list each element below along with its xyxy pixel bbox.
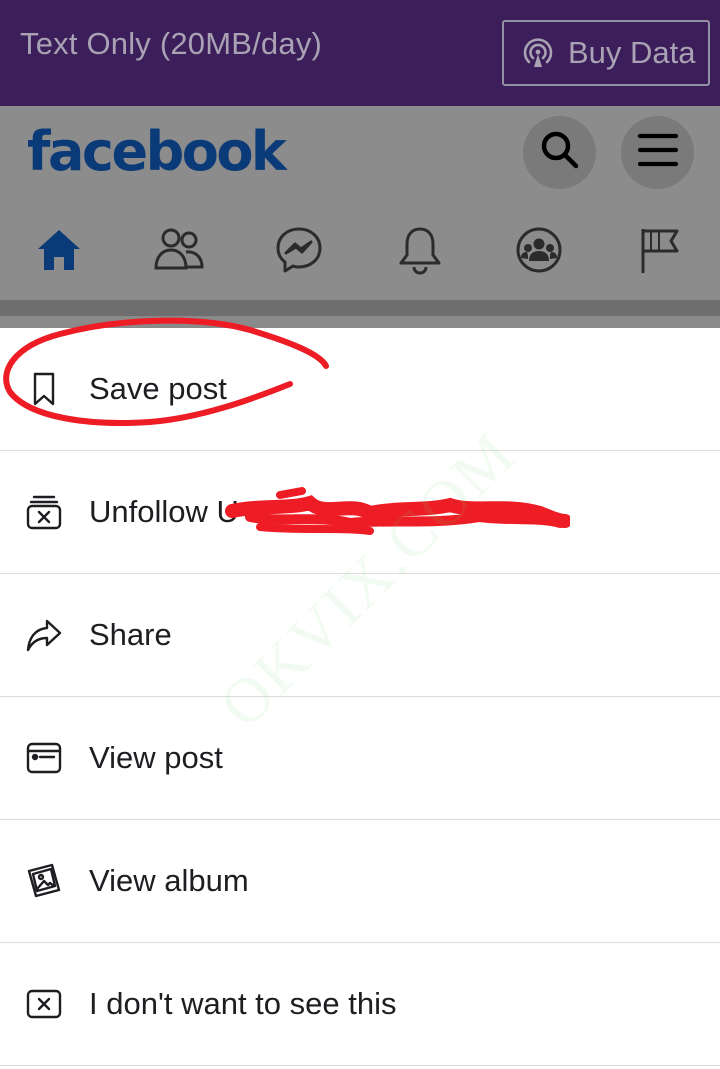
post-options-sheet: Save post Unfollow U Share View post Vie…	[0, 328, 720, 1069]
home-icon	[35, 226, 83, 279]
bell-icon	[397, 225, 443, 280]
save-post-item[interactable]: Save post	[0, 328, 720, 451]
hide-post-item[interactable]: I don't want to see this	[0, 943, 720, 1066]
view-post-label: View post	[89, 740, 223, 775]
nav-friends[interactable]	[139, 212, 219, 292]
nav-groups[interactable]	[499, 212, 579, 292]
facebook-header: facebook	[0, 106, 720, 328]
data-banner: Text Only (20MB/day) Buy Data	[0, 0, 720, 106]
view-album-label: View album	[89, 863, 249, 898]
view-post-item[interactable]: View post	[0, 697, 720, 820]
save-post-label: Save post	[89, 371, 227, 406]
friends-icon	[153, 226, 205, 279]
groups-icon	[514, 225, 564, 280]
signal-icon	[518, 33, 558, 73]
unfollow-label: Unfollow U	[89, 494, 239, 529]
album-icon	[24, 861, 64, 901]
share-item[interactable]: Share	[0, 574, 720, 697]
search-icon	[538, 128, 582, 177]
view-post-icon	[24, 738, 64, 778]
share-icon	[24, 615, 64, 655]
unfollow-icon	[24, 492, 64, 532]
view-album-item[interactable]: View album	[0, 820, 720, 943]
data-plan-text: Text Only (20MB/day)	[20, 26, 323, 61]
nav-pages[interactable]	[620, 212, 700, 292]
nav-home[interactable]	[19, 212, 99, 292]
buy-data-button[interactable]: Buy Data	[502, 20, 710, 86]
share-label: Share	[89, 617, 172, 652]
hamburger-icon	[636, 128, 680, 177]
nav-bar	[0, 212, 720, 292]
flag-icon	[637, 225, 683, 280]
hide-icon	[24, 984, 64, 1024]
messenger-icon	[274, 225, 324, 280]
bookmark-icon	[24, 369, 64, 409]
buy-data-label: Buy Data	[568, 35, 696, 70]
nav-notifications[interactable]	[380, 212, 460, 292]
nav-messenger[interactable]	[259, 212, 339, 292]
unfollow-item[interactable]: Unfollow U	[0, 451, 720, 574]
facebook-logo[interactable]: facebook	[27, 120, 287, 183]
header-divider	[0, 300, 720, 328]
redaction-scribble	[225, 487, 570, 535]
hide-post-label: I don't want to see this	[89, 986, 397, 1021]
search-button[interactable]	[523, 116, 596, 189]
main-menu-button[interactable]	[621, 116, 694, 189]
